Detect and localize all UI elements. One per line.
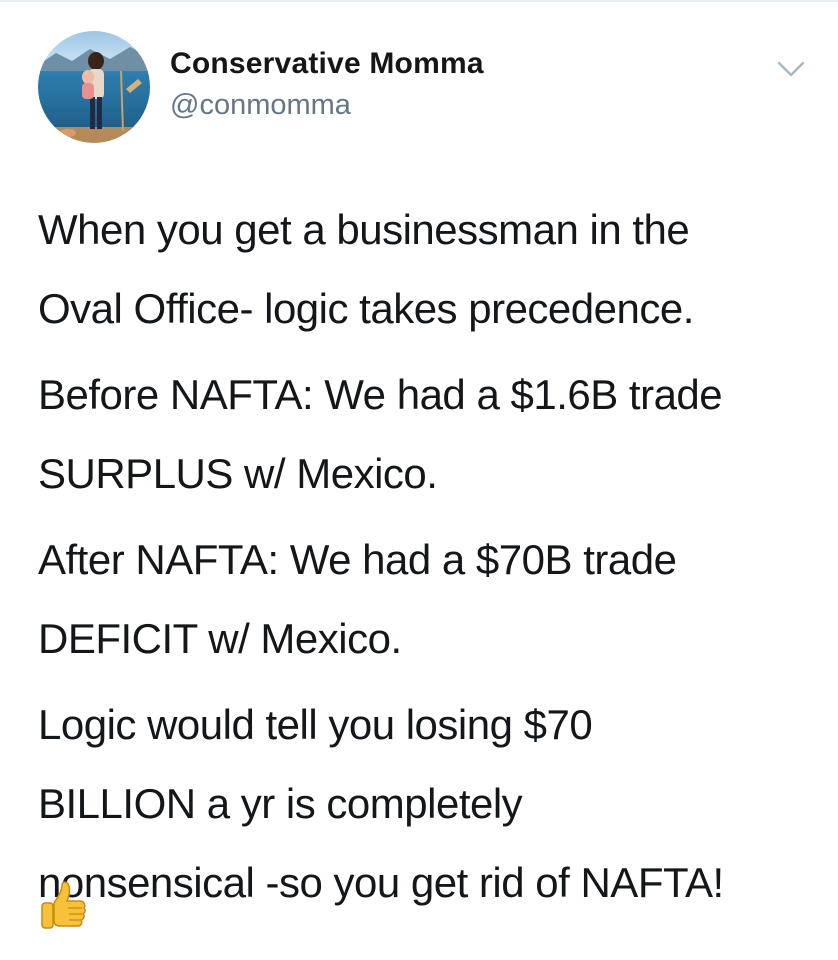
tweet-text: When you get a businessman in the Oval O… [38, 191, 818, 923]
profile-photo-icon [38, 31, 150, 143]
avatar[interactable] [38, 31, 150, 143]
tweet-paragraph: Before NAFTA: We had a $1.6B trade SURPL… [38, 370, 723, 497]
top-divider [0, 0, 838, 2]
tweet-paragraph: When you get a businessman in the Oval O… [38, 206, 694, 332]
tweet-paragraph: After NAFTA: We had a $70B trade DEFICIT… [38, 535, 677, 662]
thumbs-up-icon [41, 881, 86, 929]
author-display-name[interactable]: Conservative Momma [170, 47, 484, 81]
chevron-down-icon[interactable] [776, 58, 806, 80]
author-handle[interactable]: @conmomma [170, 89, 351, 122]
tweet-paragraph: Logic would tell you losing $70 BILLION … [38, 700, 724, 906]
